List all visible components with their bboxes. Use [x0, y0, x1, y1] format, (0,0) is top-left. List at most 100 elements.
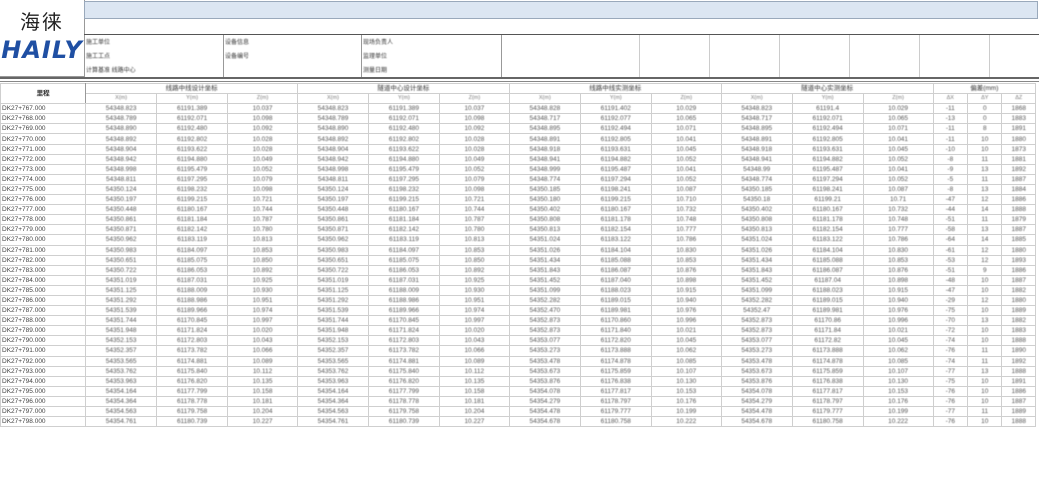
value-cell: 10.199 [650, 405, 722, 418]
value-cell: 10.153 [650, 385, 722, 397]
value-cell: 61182.154 [791, 224, 864, 236]
value-cell: 1885 [1001, 234, 1036, 246]
value-cell: -47 [932, 284, 969, 296]
value-cell: -74 [932, 335, 969, 347]
value-cell: 61178.797 [791, 395, 864, 408]
value-cell: 10.020 [227, 325, 298, 337]
table-row: DK27+777.000 54350.448 61180.167 10.744 5435… [0, 204, 1036, 216]
value-cell: 54350.722 [297, 264, 369, 276]
value-cell: 61174.878 [791, 355, 864, 367]
value-cell: 54352.470 [508, 305, 581, 317]
value-cell: 10.976 [862, 305, 934, 317]
value-cell: 10.071 [862, 123, 934, 135]
info-column-divider [361, 35, 362, 77]
value-cell: 61197.295 [367, 173, 440, 185]
value-cell: 11 [967, 345, 1003, 357]
station-cell: DK27+770.000 [0, 133, 87, 145]
value-cell: 10.930 [227, 284, 298, 296]
value-cell: 10 [967, 305, 1003, 317]
value-cell: 10.748 [650, 214, 722, 226]
value-cell: 54350.808 [720, 214, 793, 226]
value-cell: 10.029 [862, 103, 934, 115]
value-cell: 61186.053 [367, 264, 440, 276]
value-cell: 61184.104 [791, 244, 864, 256]
column-sub-header: Y(m) [156, 93, 229, 105]
station-cell: DK27+788.000 [0, 315, 87, 327]
value-cell: 54348.828 [508, 103, 581, 115]
value-cell: 10 [967, 325, 1003, 337]
value-cell: 10.710 [650, 194, 722, 206]
station-cell: DK27+796.000 [0, 395, 87, 408]
station-cell: DK27+773.000 [0, 163, 87, 175]
table-row: DK27+793.000 54353.762 61175.840 10.112 5435… [0, 365, 1036, 377]
value-cell: 10.898 [650, 274, 722, 286]
value-cell: 10 [967, 395, 1003, 408]
value-cell: 61199.215 [579, 194, 652, 206]
value-cell: 54351.843 [508, 264, 581, 276]
value-cell: 10.853 [862, 254, 934, 266]
value-cell: -47 [932, 194, 969, 206]
value-cell: 54352.873 [508, 325, 581, 337]
value-cell: 54348.774 [508, 173, 581, 185]
value-cell: 54350.861 [297, 214, 369, 226]
value-cell: -13 [932, 113, 969, 125]
value-cell: 54348.823 [720, 103, 793, 115]
table-sub-header-row: X(m) Y(m) Z(m) X(m) Y(m) Z(m) X(m) Y(m) Z(m) X(m)… [1, 93, 1036, 105]
value-cell: 1880 [1001, 133, 1036, 145]
value-cell: -10 [932, 143, 969, 155]
value-cell: 10.892 [438, 264, 510, 276]
value-cell: 61175.840 [156, 365, 229, 377]
info-label: 设备信息 [225, 40, 250, 46]
value-cell: 10.087 [862, 183, 934, 196]
value-cell: 10.158 [438, 385, 510, 397]
value-cell: 54350.124 [297, 183, 369, 196]
value-cell: 61197.294 [579, 173, 652, 185]
value-cell: 54348.895 [508, 123, 581, 135]
value-cell: 61181.178 [579, 214, 652, 226]
table-row: DK27+776.000 54350.197 61199.215 10.721 5435… [0, 194, 1036, 206]
value-cell: 54351.125 [297, 284, 369, 296]
value-cell: 1868 [1001, 103, 1036, 115]
value-cell: 10.089 [438, 355, 510, 367]
value-cell: 54354.279 [508, 395, 581, 408]
value-cell: 10.085 [862, 355, 934, 367]
value-cell: 10.199 [862, 405, 934, 418]
value-cell: 54350.651 [297, 254, 369, 266]
value-cell: 54350.197 [297, 194, 369, 206]
value-cell: 10.041 [650, 163, 722, 175]
info-label: 施工单位 [86, 40, 111, 46]
value-cell: 61188.009 [156, 284, 229, 296]
logo-chinese-text: 海徕 [20, 10, 64, 34]
value-cell: 10.940 [650, 294, 722, 307]
value-cell: 61183.122 [791, 234, 864, 246]
value-cell: 10.089 [227, 355, 298, 367]
value-cell: 10.107 [862, 365, 934, 377]
info-column-divider [501, 35, 502, 77]
table-row: DK27+798.000 54354.761 61180.739 10.227 5435… [0, 416, 1036, 428]
column-group-header: 隧道中心实测坐标 [720, 82, 934, 95]
value-cell: -76 [932, 416, 969, 428]
value-cell: 61179.777 [579, 405, 652, 418]
value-cell: 61183.119 [156, 234, 229, 246]
value-cell: 61174.881 [156, 355, 229, 367]
value-cell: 61181.184 [367, 214, 440, 226]
value-cell: 10.045 [862, 335, 934, 347]
info-column-divider [223, 35, 224, 77]
column-sub-header: Y(m) [791, 93, 864, 105]
value-cell: 61193.622 [156, 143, 229, 155]
value-cell: 10.065 [650, 113, 722, 125]
value-cell: 10.153 [862, 385, 934, 397]
value-cell: 61171.824 [367, 325, 440, 337]
value-cell: 61171.840 [579, 325, 652, 337]
table-row: DK27+781.000 54350.983 61184.097 10.853 5435… [0, 244, 1036, 256]
value-cell: 61192.077 [579, 113, 652, 125]
value-cell: 1880 [1001, 244, 1036, 256]
value-cell: 10.043 [227, 335, 298, 347]
value-cell: 61187.040 [579, 274, 652, 286]
value-cell: 61174.878 [579, 355, 652, 367]
value-cell: 54354.563 [297, 405, 369, 418]
info-column-divider [919, 35, 920, 77]
value-cell: 1884 [1001, 183, 1036, 196]
value-cell: 61195.479 [367, 163, 440, 175]
value-cell: 10.850 [438, 254, 510, 266]
